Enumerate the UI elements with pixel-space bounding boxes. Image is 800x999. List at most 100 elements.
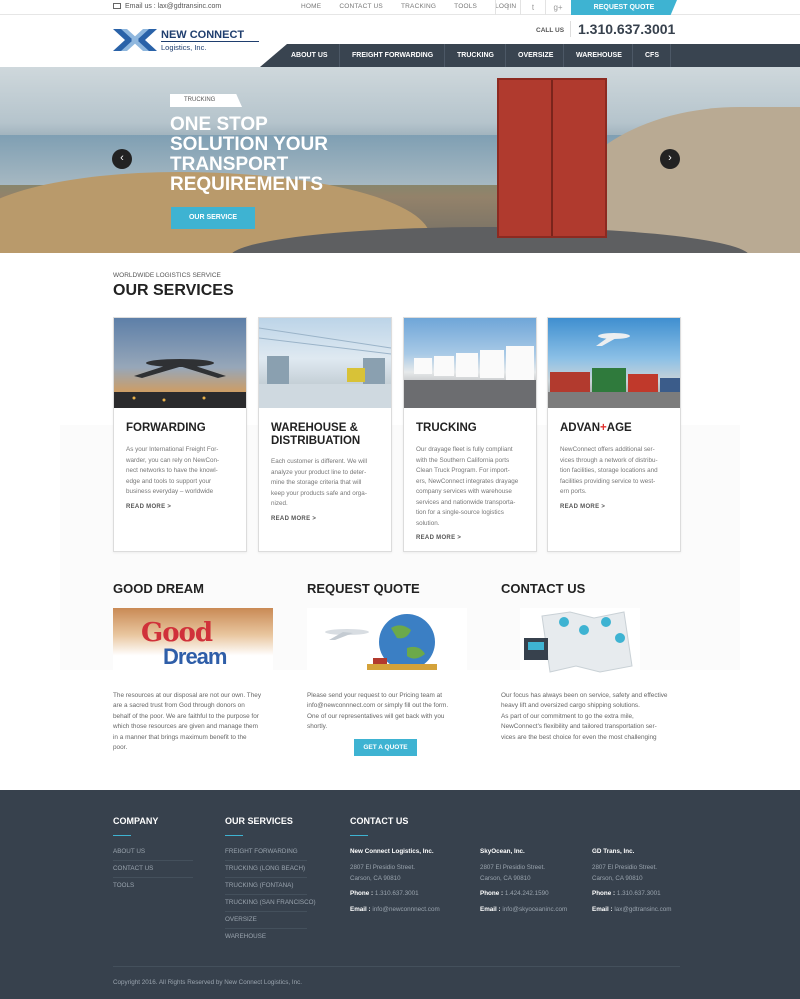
footer-link-trucking-sf[interactable]: TRUCKING (SAN FRANCISCO) <box>225 899 316 906</box>
address-line: Carson, CA 90810 <box>350 874 401 882</box>
phone-value[interactable]: 1.310.637.3001 <box>617 890 661 897</box>
good-dream-logo-bottom: Dream <box>163 644 227 669</box>
read-more-link[interactable]: READ MORE > <box>126 504 171 510</box>
footer-link-oversize[interactable]: OVERSIZE <box>225 916 257 923</box>
twitter-icon[interactable]: t <box>520 0 545 15</box>
request-quote-button[interactable]: REQUEST QUOTE <box>571 0 677 15</box>
top-link-home[interactable]: HOME <box>301 3 321 10</box>
hero-title-line: REQUIREMENTS <box>170 174 324 195</box>
hero-title: ONE STOP SOLUTION YOUR TRANSPORT REQUIRE… <box>170 115 370 195</box>
footer-link-trucking-lb[interactable]: TRUCKING (LONG BEACH) <box>225 865 305 872</box>
read-more-link[interactable]: READ MORE > <box>271 516 316 522</box>
nav-separator <box>563 44 564 67</box>
text-line: in a manner that brings maximum benefit … <box>113 733 247 741</box>
slider-prev-icon[interactable]: ‹ <box>112 149 132 169</box>
card-text-line: business everyday – worldwide <box>126 488 214 495</box>
read-more-link[interactable]: READ MORE > <box>416 535 461 541</box>
nav-separator <box>339 44 340 67</box>
card-text: Each customer is different. We will anal… <box>271 457 381 510</box>
office-name: SkyOcean, Inc. <box>480 848 525 855</box>
warehouse-icon <box>259 327 391 408</box>
text-line: which those resources are given and mana… <box>113 723 258 731</box>
footer-link-freight[interactable]: FREIGHT FORWARDING <box>225 848 298 855</box>
copyright: Copyright 2016. All Rights Reserved by N… <box>113 979 302 986</box>
email-value[interactable]: info@skyoceaninc.com <box>502 906 567 913</box>
footer-divider <box>225 860 307 861</box>
phone-value[interactable]: 1.424.242.1590 <box>505 890 549 897</box>
good-dream-section: GOOD DREAM <box>113 581 283 596</box>
slider-next-icon[interactable]: › <box>660 149 680 169</box>
card-title-line: WAREHOUSE & <box>271 422 358 434</box>
read-more-link[interactable]: READ MORE > <box>560 504 605 510</box>
footer-title-underline <box>350 835 368 836</box>
email-label: Email : <box>350 906 371 913</box>
service-card-trucking[interactable]: TRUCKING Our drayage fleet is fully comp… <box>403 317 537 552</box>
card-text-line: mine the storage criteria that will <box>271 479 362 486</box>
good-dream-text: The resources at our disposal are not ou… <box>113 691 289 753</box>
top-link-tools[interactable]: TOOLS <box>454 3 477 10</box>
service-card-advantage[interactable]: ADVAN+AGE NewConnect offers additional s… <box>547 317 681 552</box>
card-text-line: company services with warehouse <box>416 488 512 495</box>
text-line: behalf of the poor. We are faithful to t… <box>113 712 259 720</box>
card-title-part: ADVAN <box>560 422 601 434</box>
card-text-line: Our drayage fleet is fully compliant <box>416 446 513 453</box>
email-label: Email : <box>480 906 501 913</box>
office-name: GD Trans, Inc. <box>592 848 635 855</box>
card-text-line: NewConnect offers additional ser- <box>560 446 655 453</box>
service-card-warehouse[interactable]: WAREHOUSE & DISTRIBUATION Each customer i… <box>258 317 392 552</box>
top-email[interactable]: Email us : lax@gdtransinc.com <box>113 3 221 10</box>
footer-link-trucking-fontana[interactable]: TRUCKING (FONTANA) <box>225 882 293 889</box>
phone-value[interactable]: 1.310.637.3001 <box>375 890 419 897</box>
hero-title-line: TRANSPORT <box>170 154 289 175</box>
nav-trucking[interactable]: TRUCKING <box>457 52 494 59</box>
card-text-line: ers, NewConnect integrates drayage <box>416 477 519 485</box>
email-value[interactable]: info@newconnnect.com <box>372 906 439 913</box>
request-quote-text: Please send your request to our Pricing … <box>307 691 483 733</box>
cargo-plane-icon <box>548 333 680 408</box>
top-link-tracking[interactable]: TRACKING <box>401 3 436 10</box>
service-card-forwarding[interactable]: FORWARDING As your International Freight… <box>113 317 247 552</box>
nav-cfs[interactable]: CFS <box>645 52 659 59</box>
top-bar: Email us : lax@gdtransinc.com HOME CONTAC… <box>0 0 800 15</box>
footer-company-title: COMPANY <box>113 816 159 826</box>
logo-mark-icon <box>113 29 157 51</box>
nav-freight-forwarding[interactable]: FREIGHT FORWARDING <box>352 52 433 59</box>
footer-contact-title: CONTACT US <box>350 816 409 826</box>
card-title-part: AGE <box>606 422 632 434</box>
footer-link-tools[interactable]: TOOLS <box>113 882 134 889</box>
request-quote-title: REQUEST QUOTE <box>307 581 420 596</box>
header-phone[interactable]: 1.310.637.3001 <box>578 21 675 37</box>
footer-link-contact[interactable]: CONTACT US <box>113 865 153 872</box>
good-dream-image[interactable]: Good Dream <box>113 608 273 676</box>
phone-label: Phone : <box>592 890 616 897</box>
request-quote-image[interactable] <box>307 608 467 676</box>
logo-name: NEW CONNECT <box>161 29 245 41</box>
footer-divider <box>225 911 307 912</box>
footer-link-about[interactable]: ABOUT US <box>113 848 145 855</box>
text-line: poor. <box>113 744 128 752</box>
top-link-contact[interactable]: CONTACT US <box>339 3 383 10</box>
nav-separator <box>632 44 633 67</box>
get-a-quote-button[interactable]: GET A QUOTE <box>354 739 417 756</box>
email-value[interactable]: lax@gdtransinc.com <box>614 906 671 913</box>
facebook-icon[interactable]: f <box>495 0 520 15</box>
top-email-text[interactable]: Email us : lax@gdtransinc.com <box>125 3 221 10</box>
card-text-line: tion facilities, storage locations and <box>560 467 658 474</box>
text-line: As part of our commitment to go the extr… <box>501 712 634 720</box>
nav-about-us[interactable]: ABOUT US <box>291 52 328 59</box>
text-line: vices are the best choice for even the m… <box>501 733 657 741</box>
footer-link-warehouse[interactable]: WAREHOUSE <box>225 933 266 940</box>
our-service-button[interactable]: OUR SERVICE <box>171 207 255 229</box>
card-text-line: Clean Truck Program. For import- <box>416 467 510 474</box>
nav-separator <box>505 44 506 67</box>
contact-map-image[interactable] <box>520 608 640 676</box>
card-text-line: facilities providing service to west- <box>560 477 656 485</box>
map-pins-icon <box>524 611 633 673</box>
nav-warehouse[interactable]: WAREHOUSE <box>576 52 622 59</box>
airplane-image <box>114 318 246 408</box>
card-title: ADVAN+AGE <box>560 422 632 435</box>
google-plus-icon[interactable]: g+ <box>545 0 570 15</box>
port-image <box>548 318 680 408</box>
trucks-image <box>404 318 536 408</box>
nav-oversize[interactable]: OVERSIZE <box>518 52 553 59</box>
